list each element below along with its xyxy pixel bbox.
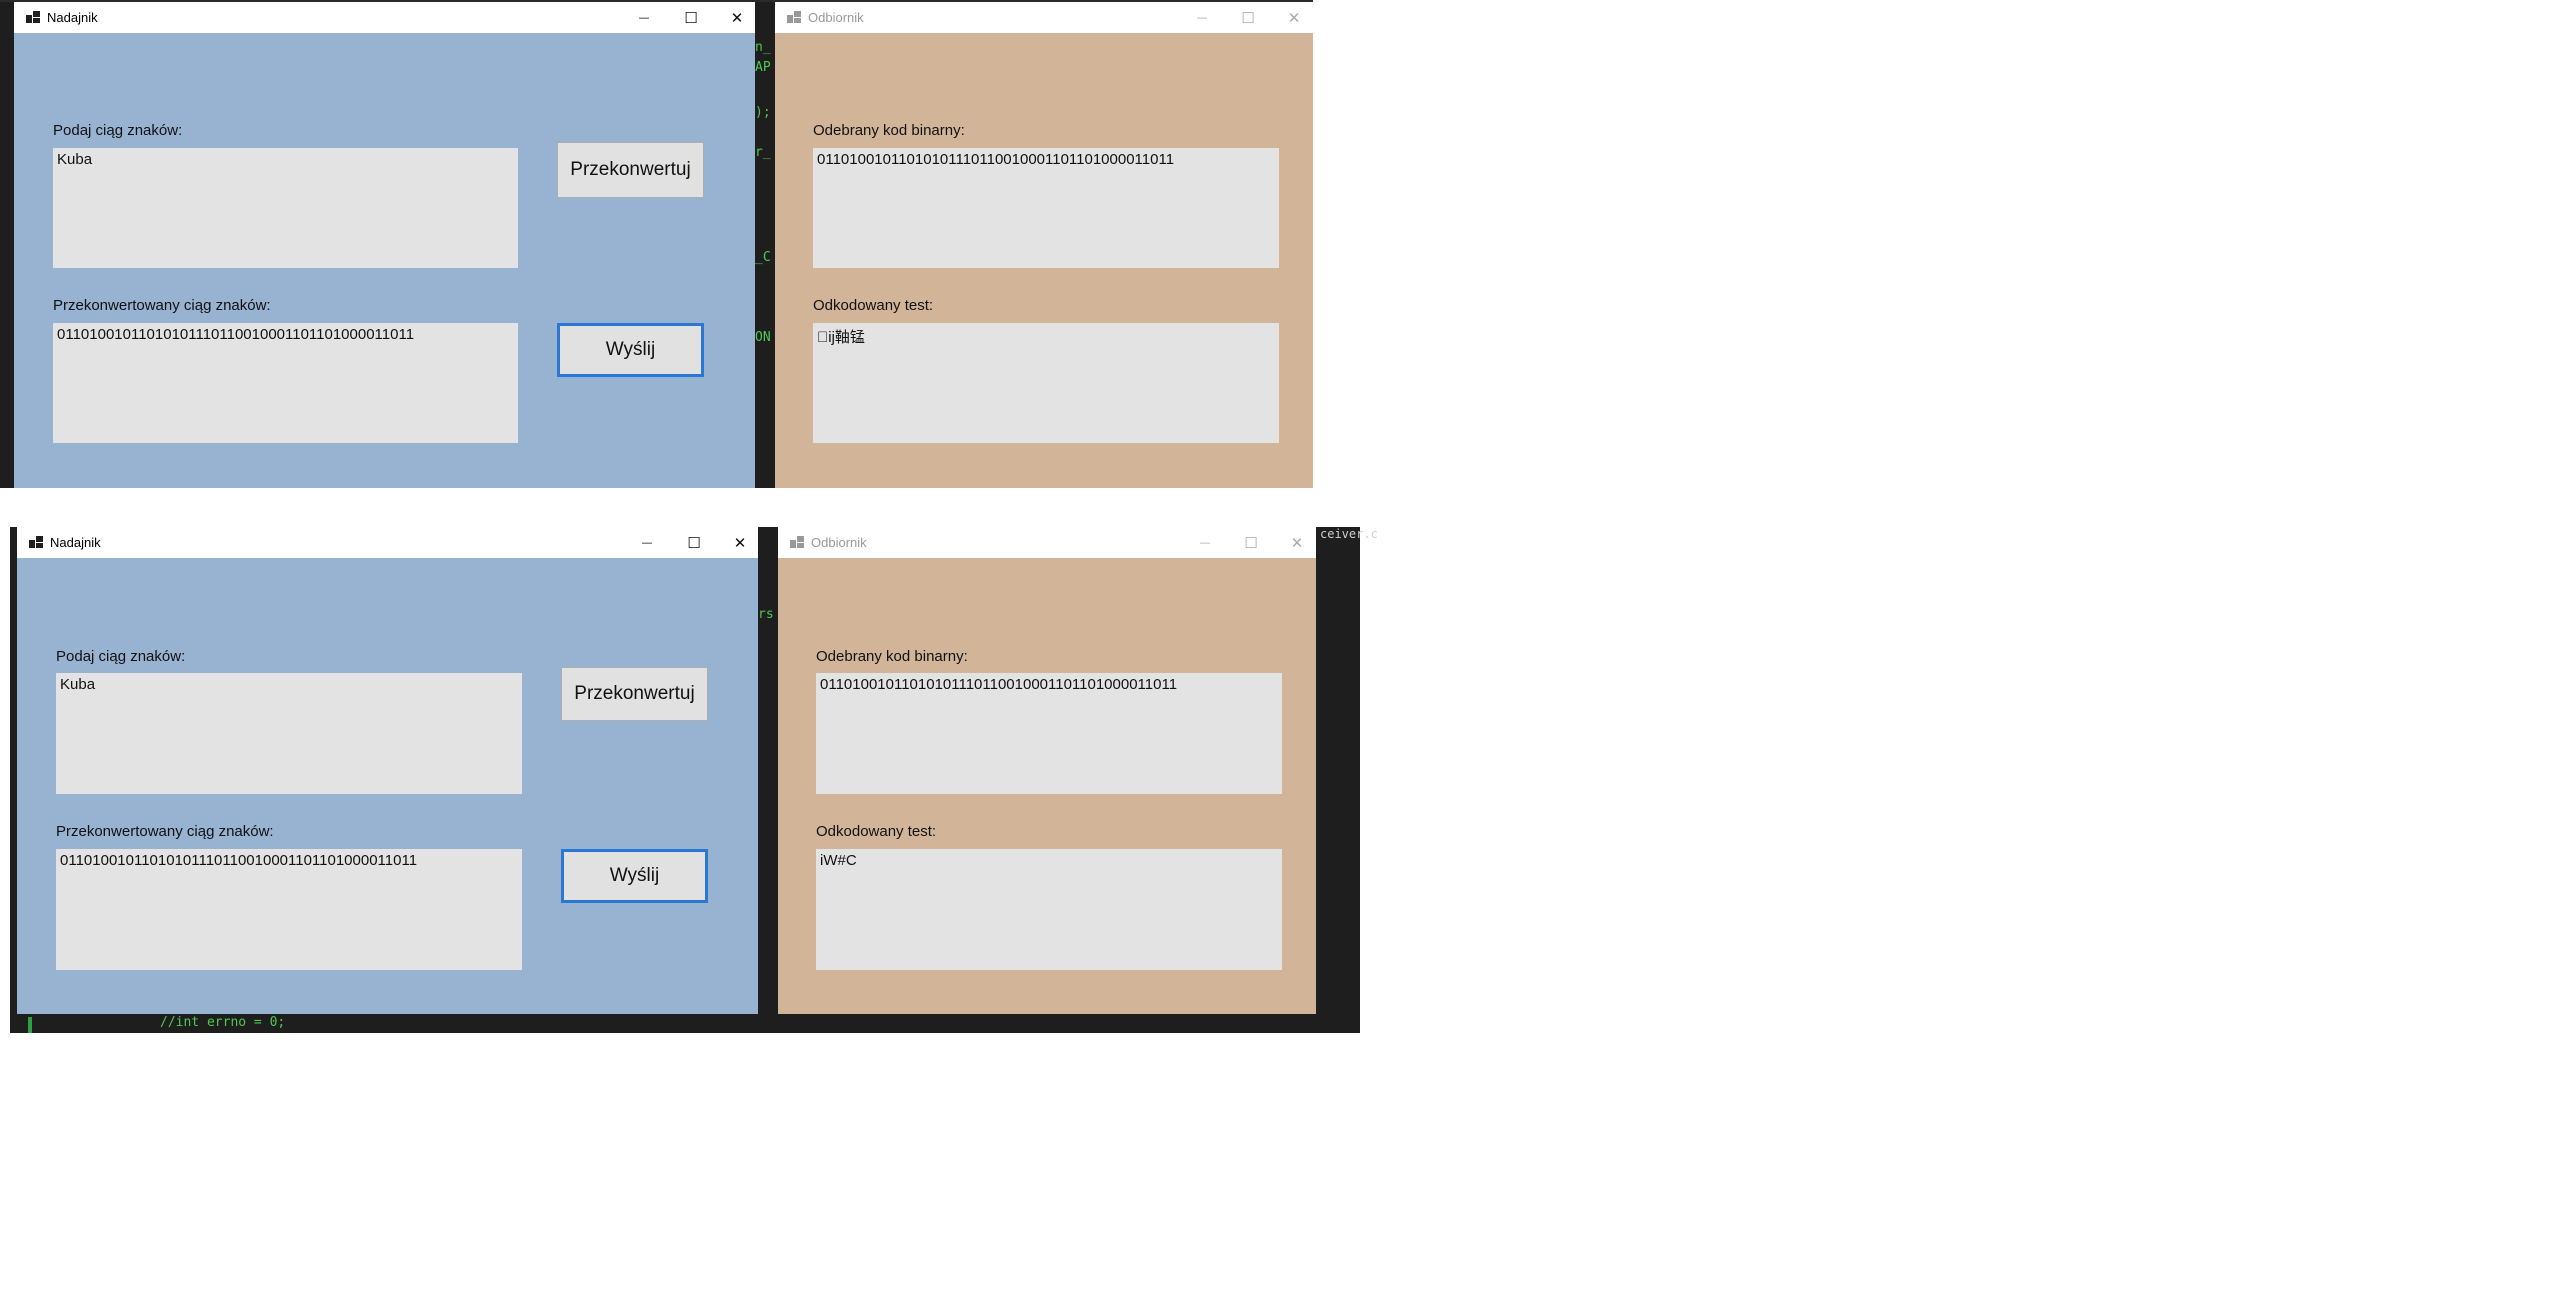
code-fragment: rs	[758, 607, 774, 622]
sender-window-bottom: Nadajnik — ☐ ✕ Podaj ciąg znaków: Kuba P…	[17, 527, 758, 1014]
convert-button[interactable]: Przekonwertuj	[557, 142, 704, 198]
minimize-icon[interactable]: —	[634, 531, 660, 555]
editor-strip-left	[0, 0, 14, 488]
title-bar[interactable]: Nadajnik — ☐ ✕	[14, 2, 755, 33]
app-icon	[26, 11, 40, 23]
decoded-textbox[interactable]:  ĳ䩜锰	[813, 323, 1279, 443]
send-button[interactable]: Wyślij	[557, 323, 704, 377]
close-icon[interactable]: ✕	[727, 531, 753, 555]
receiver-window-bottom: Odbiornik — ☐ ✕ Odebrany kod binarny: 01…	[778, 527, 1316, 1014]
app-icon	[29, 536, 43, 548]
window-title: Odbiornik	[811, 535, 867, 550]
receiver-client-area: Odebrany kod binarny: 011010010110101011…	[775, 33, 1313, 488]
close-icon[interactable]: ✕	[724, 6, 750, 30]
close-icon[interactable]: ✕	[1284, 531, 1310, 555]
sender-client-area: Podaj ciąg znaków: Kuba Przekonwertuj Pr…	[14, 33, 755, 488]
decoded-label: Odkodowany test:	[813, 297, 934, 314]
app-icon	[787, 11, 801, 23]
code-fragment: ceiver.c	[1320, 527, 1378, 541]
receiver-client-area: Odebrany kod binarny: 011010010110101011…	[778, 558, 1316, 1014]
close-icon[interactable]: ✕	[1281, 6, 1307, 30]
minimize-icon[interactable]: —	[1192, 531, 1218, 555]
binary-label: Odebrany kod binarny:	[816, 648, 968, 665]
maximize-icon[interactable]: ☐	[681, 531, 707, 555]
output-label: Przekonwertowany ciąg znaków:	[53, 297, 271, 314]
window-title: Nadajnik	[50, 535, 101, 550]
minimize-icon[interactable]: —	[1189, 6, 1215, 30]
decoded-textbox[interactable]: iW#C	[816, 849, 1282, 970]
input-label: Podaj ciąg znaków:	[56, 648, 186, 665]
binary-textbox[interactable]: 0110100101101010111011001000110110100001…	[816, 673, 1282, 794]
code-fragment: );	[755, 105, 771, 120]
sender-client-area: Podaj ciąg znaków: Kuba Przekonwertuj Pr…	[17, 558, 758, 1014]
code-fragment: ON	[755, 330, 771, 345]
maximize-icon[interactable]: ☐	[1235, 6, 1261, 30]
code-fragment: n_	[755, 40, 771, 55]
window-title: Nadajnik	[47, 10, 98, 25]
convert-button-label: Przekonwertuj	[570, 159, 691, 180]
editor-strip-middle: n_ AP ); r_ _C ON	[755, 0, 775, 488]
decoded-label: Odkodowany test:	[816, 823, 937, 840]
output-textbox[interactable]: 0110100101101010111011001000110110100001…	[56, 849, 522, 970]
minimize-icon[interactable]: —	[631, 6, 657, 30]
output-label: Przekonwertowany ciąg znaków:	[56, 823, 274, 840]
editor-gutter-mark	[28, 1017, 32, 1033]
code-fragment: r_	[755, 145, 771, 160]
send-button-label: Wyślij	[609, 865, 660, 886]
window-title: Odbiornik	[808, 10, 864, 25]
input-textbox[interactable]: Kuba	[53, 148, 518, 268]
binary-textbox[interactable]: 0110100101101010111011001000110110100001…	[813, 148, 1279, 268]
title-bar[interactable]: Nadajnik — ☐ ✕	[17, 527, 758, 558]
convert-button[interactable]: Przekonwertuj	[561, 667, 708, 721]
code-fragment: AP	[755, 60, 771, 75]
output-textbox[interactable]: 0110100101101010111011001000110110100001…	[53, 323, 518, 443]
send-button[interactable]: Wyślij	[561, 849, 708, 903]
receiver-window-top: Odbiornik — ☐ ✕ Odebrany kod binarny: 01…	[775, 2, 1313, 488]
title-bar[interactable]: Odbiornik — ☐ ✕	[775, 2, 1313, 33]
title-bar[interactable]: Odbiornik — ☐ ✕	[778, 527, 1316, 558]
convert-button-label: Przekonwertuj	[574, 683, 695, 704]
code-line: //int errno = 0;	[160, 1015, 286, 1030]
sender-window-top: Nadajnik — ☐ ✕ Podaj ciąg znaków: Kuba P…	[14, 2, 755, 488]
code-fragment: _C	[755, 250, 771, 265]
maximize-icon[interactable]: ☐	[1238, 531, 1264, 555]
send-button-label: Wyślij	[605, 339, 656, 360]
binary-label: Odebrany kod binarny:	[813, 122, 965, 139]
input-label: Podaj ciąg znaków:	[53, 122, 183, 139]
input-textbox[interactable]: Kuba	[56, 673, 522, 794]
maximize-icon[interactable]: ☐	[678, 6, 704, 30]
app-icon	[790, 536, 804, 548]
